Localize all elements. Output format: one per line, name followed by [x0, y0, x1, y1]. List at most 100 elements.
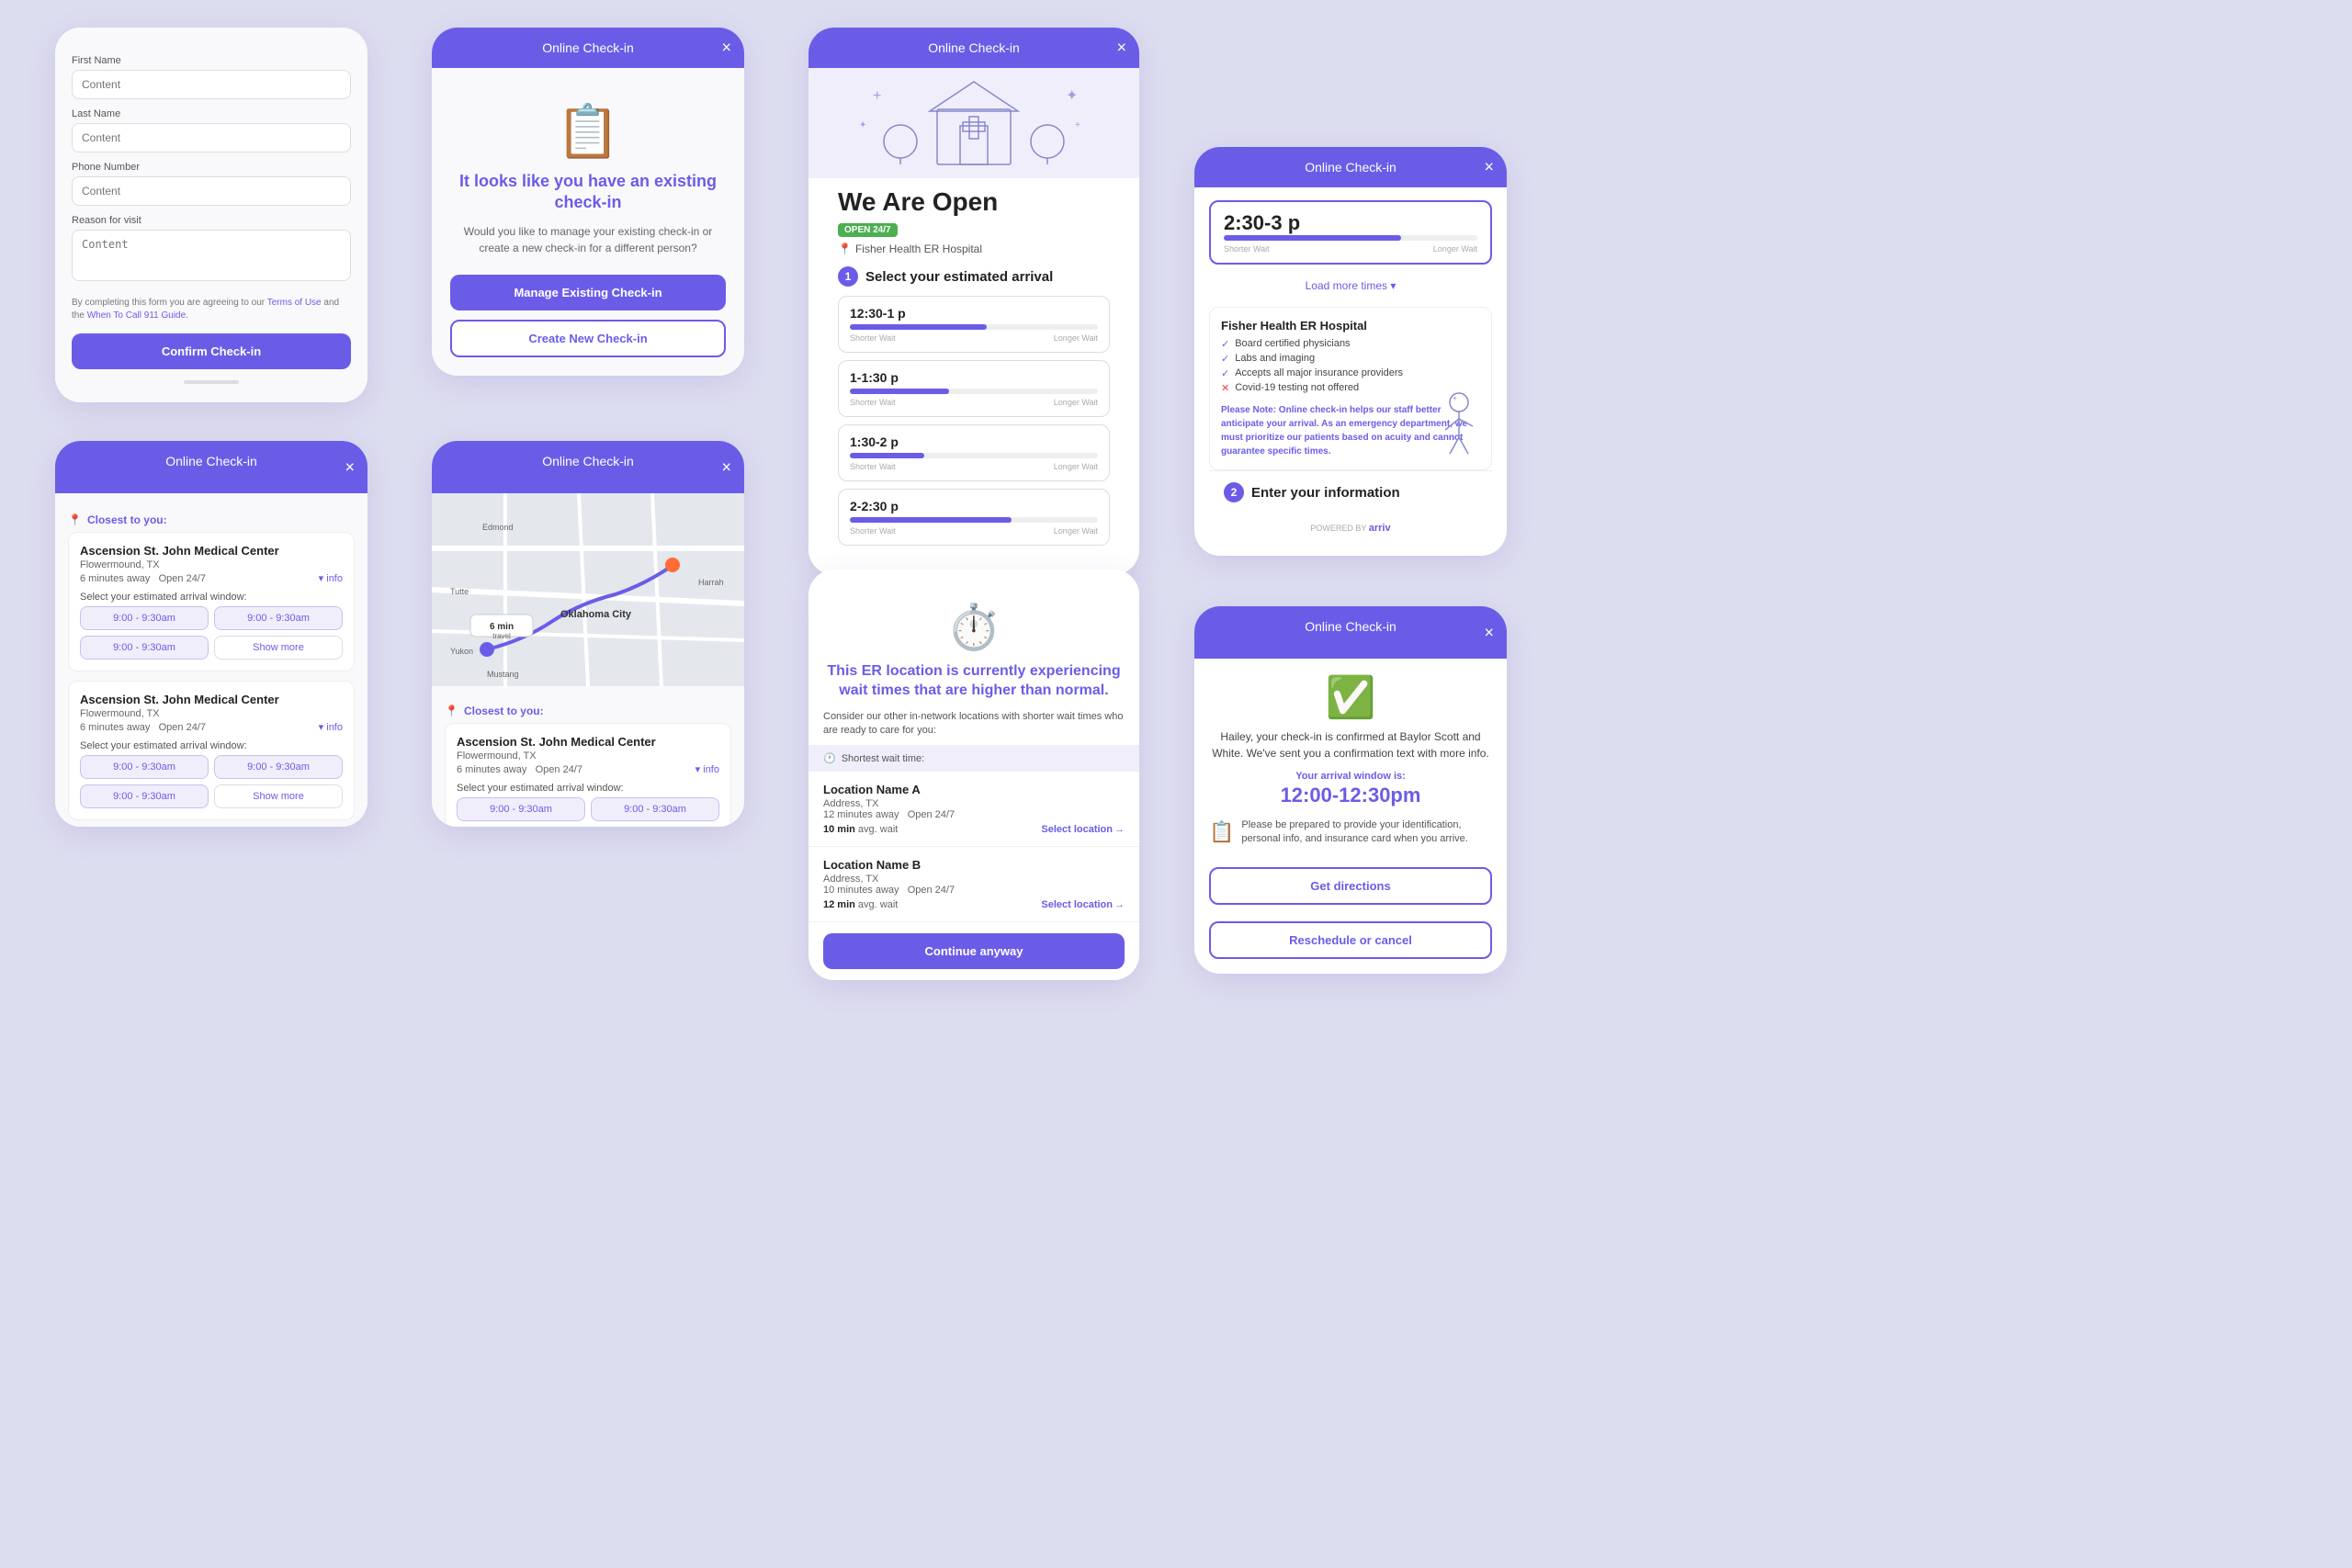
- times-header: Online Check-in ×: [1194, 147, 1507, 187]
- loc2-slot-3[interactable]: 9:00 - 9:30am: [80, 784, 209, 808]
- create-new-button[interactable]: Create New Check-in: [450, 320, 726, 357]
- time-row-1[interactable]: 12:30-1 p Shorter Wait Longer Wait: [838, 296, 1110, 353]
- enter-info-label: Enter your information: [1251, 485, 1400, 501]
- open-header: Online Check-in ×: [808, 28, 1139, 68]
- reason-input[interactable]: [72, 230, 351, 281]
- wait-icon: ⏱️: [808, 601, 1139, 653]
- phone-input[interactable]: [72, 176, 351, 206]
- time-row-2[interactable]: 1-1:30 p Shorter Wait Longer Wait: [838, 360, 1110, 417]
- map-card: Online Check-in POWERED BY ARRIV × Oklah…: [432, 441, 744, 827]
- confirm-checkin-button[interactable]: Confirm Check-in: [72, 333, 351, 369]
- time-row-4[interactable]: 2-2:30 p Shorter Wait Longer Wait: [838, 489, 1110, 546]
- we-are-open-card: Online Check-in × + ✦ ✦ + We Are Open OP…: [808, 28, 1139, 575]
- selected-time-box: 2:30-3 p Shorter Wait Longer Wait: [1209, 200, 1492, 265]
- loc1-city: Flowermound, TX: [80, 559, 343, 570]
- confirm-note: 📋 Please be prepared to provide your ide…: [1209, 818, 1492, 847]
- map-close-button[interactable]: ×: [721, 457, 731, 477]
- loc1-time-slots: 9:00 - 9:30am 9:00 - 9:30am 9:00 - 9:30a…: [80, 606, 343, 660]
- select-loc-a[interactable]: Select location →: [1041, 824, 1125, 835]
- wait-loc-a-meta: 12 minutes away Open 24/7: [823, 809, 1125, 820]
- manage-existing-button[interactable]: Manage Existing Check-in: [450, 275, 726, 310]
- select-loc-b[interactable]: Select location →: [1041, 899, 1125, 910]
- wait-loc-a-name: Location Name A: [823, 783, 1125, 796]
- loc1-name: Ascension St. John Medical Center: [80, 544, 343, 558]
- checkin-illustration: 📋: [450, 101, 726, 162]
- location-item-2: Ascension St. John Medical Center Flower…: [68, 681, 355, 820]
- wait-times-card: ⏱️ This ER location is currently experie…: [808, 570, 1139, 980]
- loc2-info-link[interactable]: ▾ info: [319, 721, 343, 733]
- loc1-show-more[interactable]: Show more: [214, 636, 343, 660]
- longer-wait-sel: Longer Wait: [1433, 244, 1477, 254]
- wait-avg-a: 10 min avg. wait: [823, 824, 898, 835]
- 911-link[interactable]: When To Call 911 Guide.: [87, 310, 188, 321]
- feature-2: ✓ Labs and imaging: [1221, 353, 1480, 365]
- loc2-slot-2[interactable]: 9:00 - 9:30am: [214, 755, 343, 779]
- header-title: Online Check-in: [542, 40, 634, 55]
- wait-loc-a-addr: Address, TX: [823, 798, 1125, 809]
- loc2-show-more[interactable]: Show more: [214, 784, 343, 808]
- times-close-button[interactable]: ×: [1484, 158, 1494, 177]
- map-slot-1[interactable]: 9:00 - 9:30am: [457, 797, 585, 821]
- times-header-title: Online Check-in: [1305, 160, 1396, 175]
- time-label-2: 1-1:30 p: [850, 370, 1098, 385]
- close-button-loc[interactable]: ×: [345, 457, 355, 477]
- svg-text:Harrah: Harrah: [698, 578, 724, 587]
- clock-icon: 🕐: [823, 752, 836, 764]
- first-name-label: First Name: [72, 55, 351, 66]
- continue-button[interactable]: Continue anyway: [823, 933, 1125, 969]
- wait-loc-b-addr: Address, TX: [823, 874, 1125, 885]
- map-arrival-label: Select your estimated arrival window:: [457, 783, 719, 794]
- svg-text:✦: ✦: [859, 120, 866, 130]
- step-num-2: 2: [1224, 482, 1244, 502]
- step-number: 1: [838, 266, 858, 287]
- wait-loc-b-meta: 10 minutes away Open 24/7: [823, 885, 1125, 896]
- loc1-slot-1[interactable]: 9:00 - 9:30am: [80, 606, 209, 630]
- map-header: Online Check-in POWERED BY ARRIV ×: [432, 441, 744, 493]
- svg-text:6 min: 6 min: [490, 622, 514, 632]
- form-card: First Name Last Name Phone Number Reason…: [55, 28, 368, 402]
- loc2-slot-1[interactable]: 9:00 - 9:30am: [80, 755, 209, 779]
- svg-text:Edmond: Edmond: [482, 523, 514, 532]
- map-powered-by: POWERED BY ARRIV: [538, 470, 639, 480]
- terms-link[interactable]: Terms of Use: [267, 298, 322, 308]
- locations-header: Online Check-in POWERED BY ARRIV ×: [55, 441, 368, 493]
- loc1-info-link[interactable]: ▾ info: [319, 572, 343, 584]
- loc2-meta: 6 minutes away Open 24/7 ▾ info: [80, 721, 343, 733]
- confirm-check-icon: ✅: [1209, 673, 1492, 721]
- map-slot-2[interactable]: 9:00 - 9:30am: [591, 797, 719, 821]
- load-more-button[interactable]: Load more times ▾: [1209, 274, 1492, 298]
- map-time-slots: 9:00 - 9:30am 9:00 - 9:30am 9:00 - 9:30a…: [457, 797, 719, 827]
- first-name-input[interactable]: [72, 70, 351, 99]
- loc1-slot-2[interactable]: 9:00 - 9:30am: [214, 606, 343, 630]
- shorter-wait-4: Shorter Wait: [850, 526, 896, 536]
- last-name-input[interactable]: [72, 123, 351, 152]
- confirm-close-button[interactable]: ×: [1484, 623, 1494, 642]
- existing-subtitle: Would you like to manage your existing c…: [450, 223, 726, 256]
- time-row-3[interactable]: 1:30-2 p Shorter Wait Longer Wait: [838, 424, 1110, 481]
- agreement-text: By completing this form you are agreeing…: [72, 297, 351, 322]
- open-close-button[interactable]: ×: [1116, 39, 1126, 58]
- close-button[interactable]: ×: [721, 39, 731, 58]
- svg-text:Mustang: Mustang: [487, 670, 519, 679]
- times-body: 2:30-3 p Shorter Wait Longer Wait Load m…: [1194, 187, 1507, 556]
- wait-title: This ER location is currently experienci…: [808, 662, 1139, 701]
- arrival-section: 1 Select your estimated arrival 12:30-1 …: [823, 266, 1125, 566]
- map-info-link[interactable]: ▾ info: [695, 763, 719, 775]
- wait-loc-a-actions: 10 min avg. wait Select location →: [823, 824, 1125, 835]
- nurse-illustration: +: [1436, 391, 1482, 460]
- open-title: We Are Open: [823, 178, 1125, 220]
- arrival-step: 1 Select your estimated arrival: [838, 266, 1110, 287]
- powered-by-loc: POWERED BY ARRIV: [162, 470, 262, 480]
- reschedule-button[interactable]: Reschedule or cancel: [1209, 921, 1492, 959]
- shorter-wait-2: Shorter Wait: [850, 398, 896, 407]
- confirm-text: Hailey, your check-in is confirmed at Ba…: [1209, 728, 1492, 761]
- map-closest-label: 📍 Closest to you:: [445, 705, 731, 717]
- loc2-arrival-label: Select your estimated arrival window:: [80, 740, 343, 751]
- existing-title: It looks like you have an existing check…: [450, 171, 726, 214]
- times-powered-footer: POWERED BY arriv: [1209, 513, 1492, 543]
- svg-text:+: +: [873, 88, 881, 104]
- get-directions-button[interactable]: Get directions: [1209, 867, 1492, 905]
- map-area: Oklahoma City Edmond Yukon Harrah Mustan…: [432, 493, 744, 686]
- loc1-slot-3[interactable]: 9:00 - 9:30am: [80, 636, 209, 660]
- wait-avg-b: 12 min avg. wait: [823, 899, 898, 910]
